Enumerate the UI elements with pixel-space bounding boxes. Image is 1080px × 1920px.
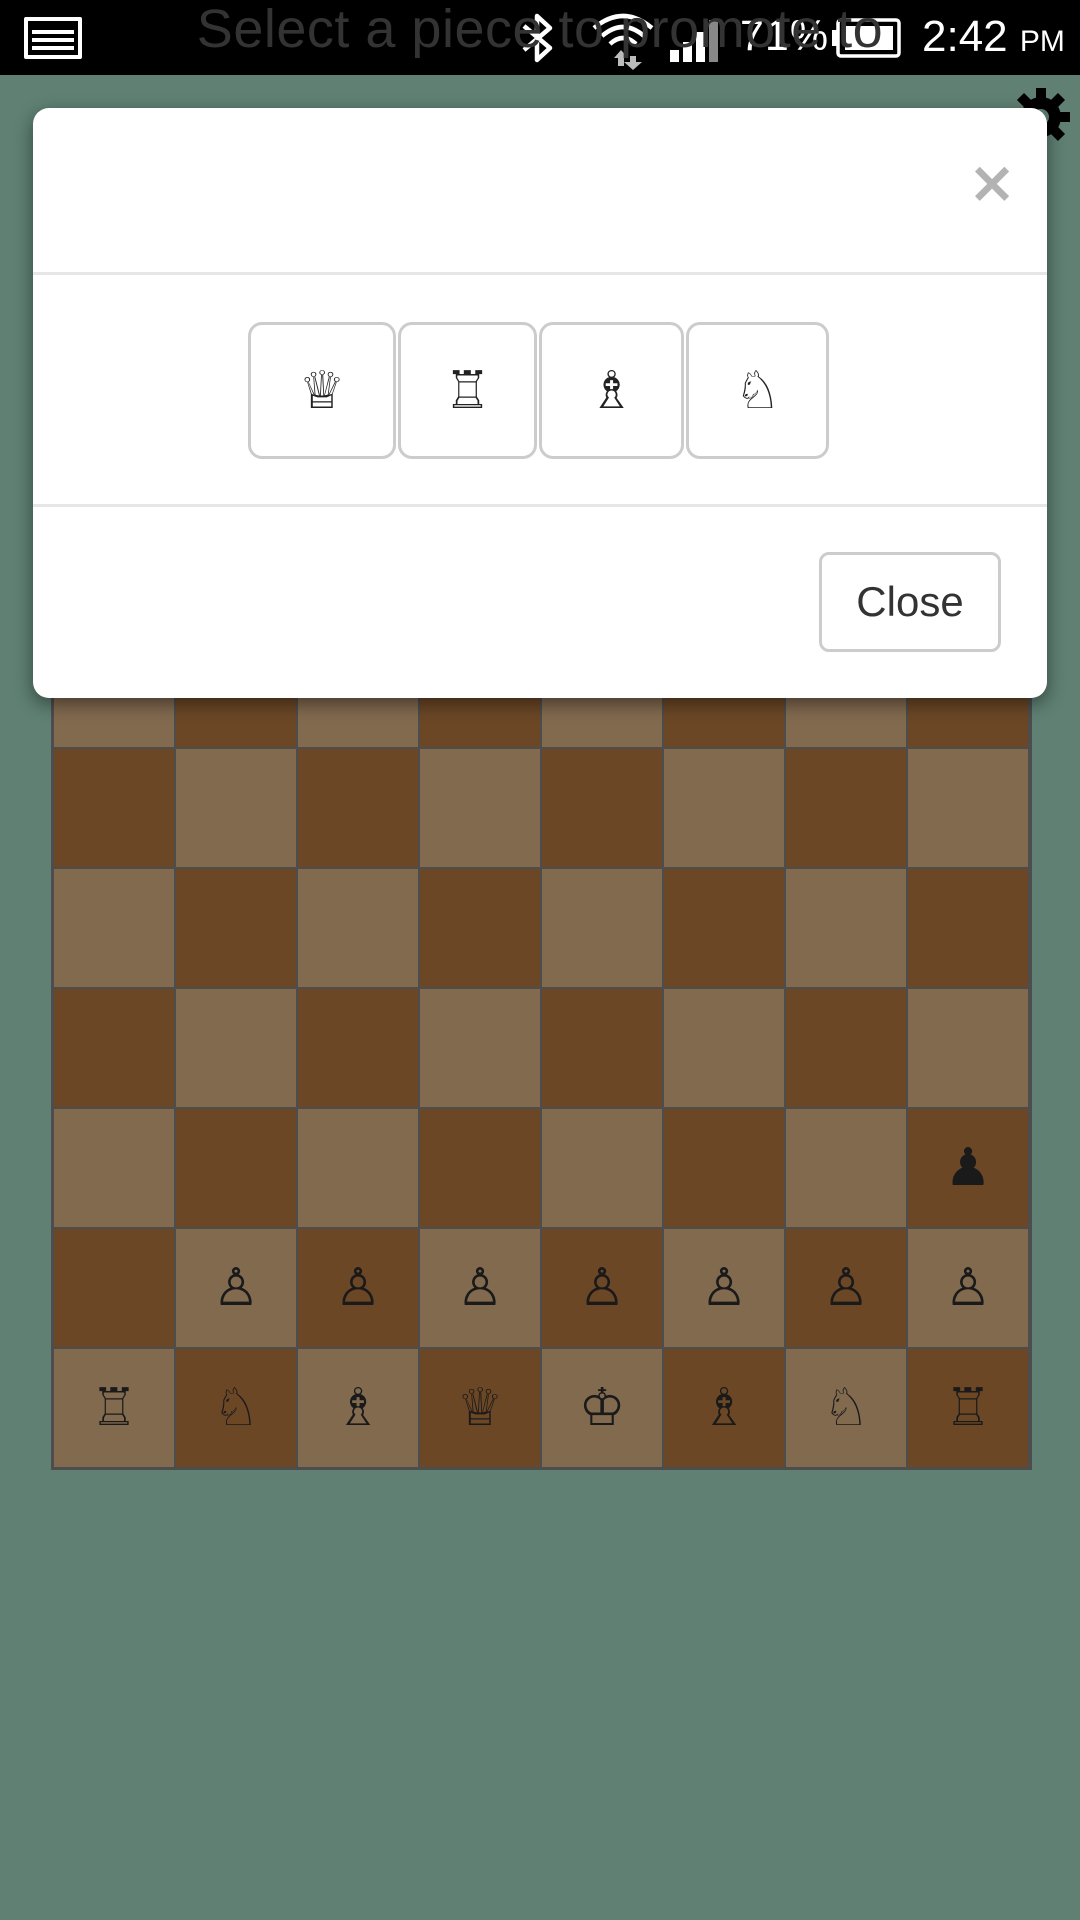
modal-title: Select a piece to promote to <box>196 0 884 59</box>
white-queen-icon[interactable]: ♕ <box>457 1382 504 1434</box>
square-d1[interactable]: ♕ <box>420 1349 540 1467</box>
square-f1[interactable]: ♗ <box>664 1349 784 1467</box>
square-b1[interactable]: ♘ <box>176 1349 296 1467</box>
black-pawn-icon[interactable]: ♟ <box>945 1142 992 1194</box>
white-pawn-icon[interactable]: ♙ <box>823 1262 870 1314</box>
white-pawn-icon[interactable]: ♙ <box>945 1262 992 1314</box>
square-e1[interactable]: ♔ <box>542 1349 662 1467</box>
white-bishop-icon[interactable]: ♗ <box>335 1382 382 1434</box>
white-pawn-icon[interactable]: ♙ <box>457 1262 504 1314</box>
promotion-dialog: Select a piece to promote to × ♕ ♖ ♗ ♘ C… <box>33 0 1047 698</box>
white-pawn-icon[interactable]: ♙ <box>213 1262 260 1314</box>
square-f6[interactable] <box>664 749 784 867</box>
square-a1[interactable]: ♖ <box>54 1349 174 1467</box>
square-e6[interactable] <box>542 749 662 867</box>
piece-options: ♕ ♖ ♗ ♘ <box>248 322 829 459</box>
square-f4[interactable] <box>664 989 784 1107</box>
square-b3[interactable] <box>176 1109 296 1227</box>
square-e4[interactable] <box>542 989 662 1107</box>
square-e2[interactable]: ♙ <box>542 1229 662 1347</box>
square-c6[interactable] <box>298 749 418 867</box>
promote-knight-button[interactable]: ♘ <box>686 322 829 459</box>
square-g3[interactable] <box>786 1109 906 1227</box>
square-h3[interactable]: ♟ <box>908 1109 1028 1227</box>
divider <box>33 272 1047 275</box>
promote-rook-button[interactable]: ♖ <box>398 322 537 459</box>
square-f2[interactable]: ♙ <box>664 1229 784 1347</box>
square-d5[interactable] <box>420 869 540 987</box>
square-e3[interactable] <box>542 1109 662 1227</box>
square-g4[interactable] <box>786 989 906 1107</box>
square-a2[interactable] <box>54 1229 174 1347</box>
divider <box>33 504 1047 507</box>
square-f3[interactable] <box>664 1109 784 1227</box>
square-b2[interactable]: ♙ <box>176 1229 296 1347</box>
white-pawn-icon[interactable]: ♙ <box>579 1262 626 1314</box>
square-d2[interactable]: ♙ <box>420 1229 540 1347</box>
queen-icon: ♕ <box>298 360 346 421</box>
square-c3[interactable] <box>298 1109 418 1227</box>
square-g2[interactable]: ♙ <box>786 1229 906 1347</box>
white-knight-icon[interactable]: ♘ <box>213 1382 260 1434</box>
square-b5[interactable] <box>176 869 296 987</box>
white-knight-icon[interactable]: ♘ <box>823 1382 870 1434</box>
square-c1[interactable]: ♗ <box>298 1349 418 1467</box>
square-e5[interactable] <box>542 869 662 987</box>
square-a6[interactable] <box>54 749 174 867</box>
square-b4[interactable] <box>176 989 296 1107</box>
square-a4[interactable] <box>54 989 174 1107</box>
promote-bishop-button[interactable]: ♗ <box>539 322 684 459</box>
knight-icon: ♘ <box>734 360 781 421</box>
white-rook-icon[interactable]: ♖ <box>91 1382 138 1434</box>
square-a5[interactable] <box>54 869 174 987</box>
bishop-icon: ♗ <box>588 360 635 421</box>
square-b6[interactable] <box>176 749 296 867</box>
promote-queen-button[interactable]: ♕ <box>248 322 396 459</box>
close-icon[interactable]: × <box>966 152 1018 212</box>
square-h2[interactable]: ♙ <box>908 1229 1028 1347</box>
white-king-icon[interactable]: ♔ <box>579 1382 626 1434</box>
square-c4[interactable] <box>298 989 418 1107</box>
square-c2[interactable]: ♙ <box>298 1229 418 1347</box>
close-button[interactable]: Close <box>819 552 1001 652</box>
square-g6[interactable] <box>786 749 906 867</box>
white-rook-icon[interactable]: ♖ <box>945 1382 992 1434</box>
square-c5[interactable] <box>298 869 418 987</box>
square-g5[interactable] <box>786 869 906 987</box>
square-h6[interactable] <box>908 749 1028 867</box>
square-h1[interactable]: ♖ <box>908 1349 1028 1467</box>
square-d3[interactable] <box>420 1109 540 1227</box>
square-f5[interactable] <box>664 869 784 987</box>
square-g1[interactable]: ♘ <box>786 1349 906 1467</box>
square-h5[interactable] <box>908 869 1028 987</box>
white-bishop-icon[interactable]: ♗ <box>701 1382 748 1434</box>
rook-icon: ♖ <box>444 360 491 421</box>
square-a3[interactable] <box>54 1109 174 1227</box>
square-d4[interactable] <box>420 989 540 1107</box>
square-h4[interactable] <box>908 989 1028 1107</box>
white-pawn-icon[interactable]: ♙ <box>701 1262 748 1314</box>
white-pawn-icon[interactable]: ♙ <box>335 1262 382 1314</box>
square-d6[interactable] <box>420 749 540 867</box>
